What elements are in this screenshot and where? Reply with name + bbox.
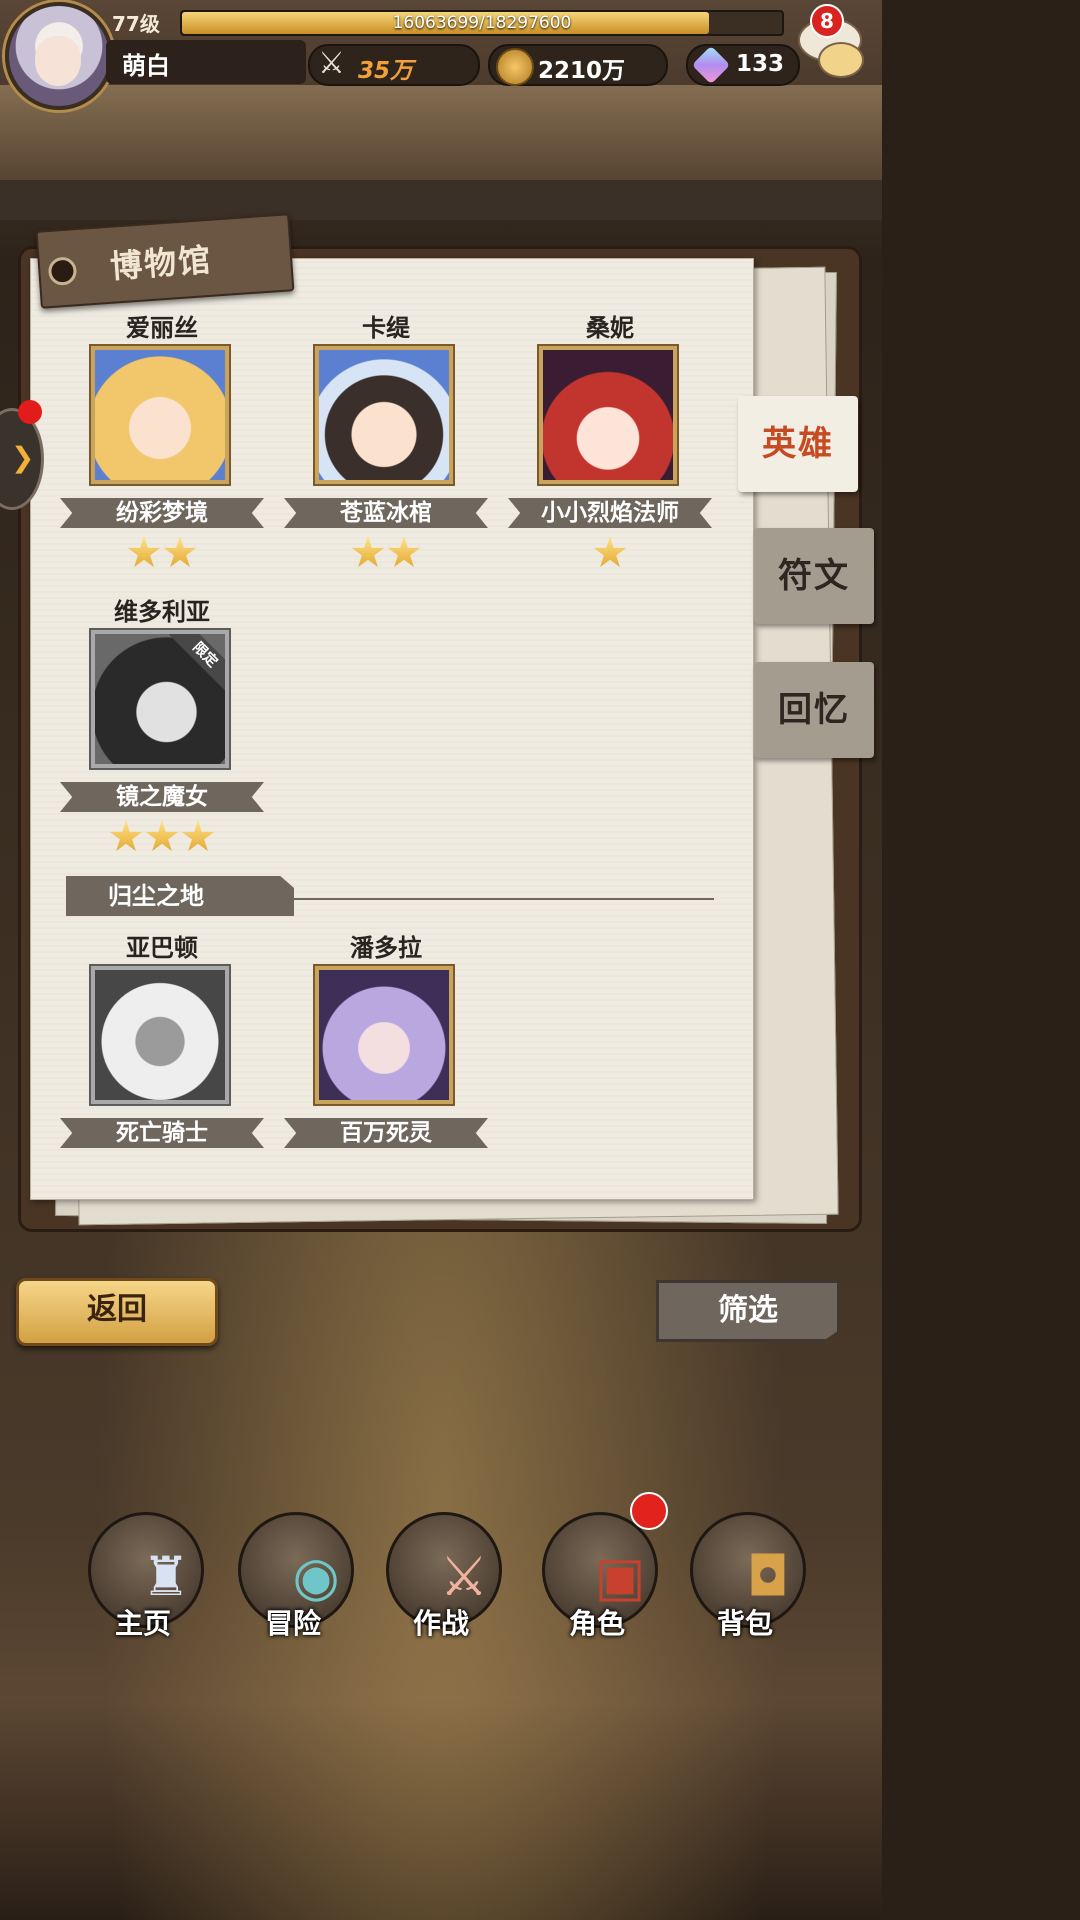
character-alert-dot (630, 1492, 668, 1530)
hero-title: 死亡骑士 (116, 1120, 208, 1146)
section-header: 归尘之地 (66, 876, 294, 916)
chat-badge: 8 (810, 4, 844, 38)
star-icon (163, 536, 197, 567)
star-icon (593, 536, 627, 567)
nav-home-label: 主页 (114, 1607, 171, 1640)
section-title: 归尘之地 (108, 882, 204, 910)
limited-badge: 限定 (168, 634, 225, 692)
star-icon (145, 820, 179, 851)
tab-runes-label: 符文 (778, 556, 850, 596)
battle-glyph: ⚔ (439, 1545, 489, 1608)
xp-bar: 16063699/18297600 (180, 10, 784, 36)
gold-value: 2210万 (538, 58, 626, 84)
hero-stars (286, 536, 486, 574)
gem-display[interactable]: 133 (686, 44, 800, 86)
hero-name: 潘多拉 (350, 934, 422, 962)
filter-button[interactable]: 筛选 (656, 1280, 840, 1342)
player-name-box: 萌白 (106, 40, 306, 84)
star-icon (351, 536, 385, 567)
tab-runes[interactable]: 符文 (754, 528, 874, 624)
nav-adventure-label: 冒险 (264, 1607, 321, 1640)
hero-stars (62, 820, 262, 858)
avatar-face (35, 36, 81, 86)
museum-title: 博物馆 (108, 240, 214, 286)
hero-stars (62, 536, 262, 574)
tab-heroes[interactable]: 英雄 (738, 396, 858, 492)
hero-name: 桑妮 (586, 314, 634, 342)
hero-title: 小小烈焰法师 (541, 500, 679, 526)
book-glyph: ▣ (594, 1545, 646, 1608)
back-button[interactable]: 返回 (16, 1278, 218, 1346)
player-name: 萌白 (122, 52, 170, 80)
sword-icon (316, 46, 350, 82)
nav-bag-label: 背包 (716, 1607, 773, 1640)
tab-heroes-label: 英雄 (762, 424, 834, 464)
section-divider (294, 898, 714, 900)
bottom-nav: ♜ 主页 ◉ 冒险 ⚔ 作战 ▣ 角色 ◘ 背包 (0, 1470, 882, 1920)
hero-portrait: 限定 (89, 628, 231, 770)
hero-name: 亚巴顿 (126, 934, 198, 962)
gem-icon (691, 45, 731, 85)
nav-home[interactable]: ♜ 主页 (68, 1492, 218, 1642)
star-icon (387, 536, 421, 567)
star-icon (109, 820, 143, 851)
nav-character[interactable]: ▣ 角色 (522, 1492, 672, 1642)
xp-text: 16063699/18297600 (392, 13, 572, 33)
power-value: 35万 (358, 58, 414, 84)
top-bar: 77级 16063699/18297600 萌白 35万 2210万 133 8 (0, 0, 882, 110)
hero-portrait (313, 344, 455, 486)
chat-button[interactable]: 8 (798, 4, 864, 80)
tab-memories[interactable]: 回忆 (754, 662, 874, 758)
notification-dot (18, 400, 42, 424)
hero-title: 纷彩梦境 (116, 500, 208, 526)
portal-glyph: ◉ (292, 1545, 340, 1608)
hero-name: 卡缇 (362, 314, 410, 342)
header-shadow (0, 180, 882, 220)
tag-hole (47, 256, 78, 287)
hero-title: 苍蓝冰棺 (340, 500, 432, 526)
castle-glyph: ♜ (141, 1545, 191, 1608)
player-avatar[interactable] (5, 2, 113, 110)
nav-bag[interactable]: ◘ 背包 (670, 1492, 820, 1642)
coin-icon (496, 48, 534, 86)
hero-portrait (537, 344, 679, 486)
hero-title: 镜之魔女 (116, 784, 208, 810)
back-button-label: 返回 (87, 1292, 147, 1327)
bag-glyph: ◘ (746, 1545, 790, 1608)
gold-display[interactable]: 2210万 (488, 44, 668, 86)
chevron-right-icon: ❯ (11, 441, 35, 474)
hero-name: 维多利亚 (114, 598, 210, 626)
star-icon (181, 820, 215, 851)
nav-adventure[interactable]: ◉ 冒险 (218, 1492, 368, 1642)
chat-icon-secondary (818, 42, 864, 78)
nav-battle[interactable]: ⚔ 作战 (366, 1492, 516, 1642)
hero-portrait (313, 964, 455, 1106)
hero-portrait (89, 964, 231, 1106)
tab-memories-label: 回忆 (778, 690, 850, 730)
star-icon (127, 536, 161, 567)
shelf-background (0, 85, 882, 180)
gem-value: 133 (736, 51, 785, 77)
hero-title: 百万死灵 (340, 1120, 432, 1146)
player-level: 77级 (112, 12, 160, 36)
nav-battle-label: 作战 (412, 1607, 469, 1640)
hero-stars (510, 536, 710, 574)
hero-portrait (89, 344, 231, 486)
nav-character-label: 角色 (568, 1607, 625, 1640)
power-display: 35万 (308, 44, 480, 86)
filter-button-label: 筛选 (718, 1293, 778, 1328)
hero-name: 爱丽丝 (126, 314, 198, 342)
